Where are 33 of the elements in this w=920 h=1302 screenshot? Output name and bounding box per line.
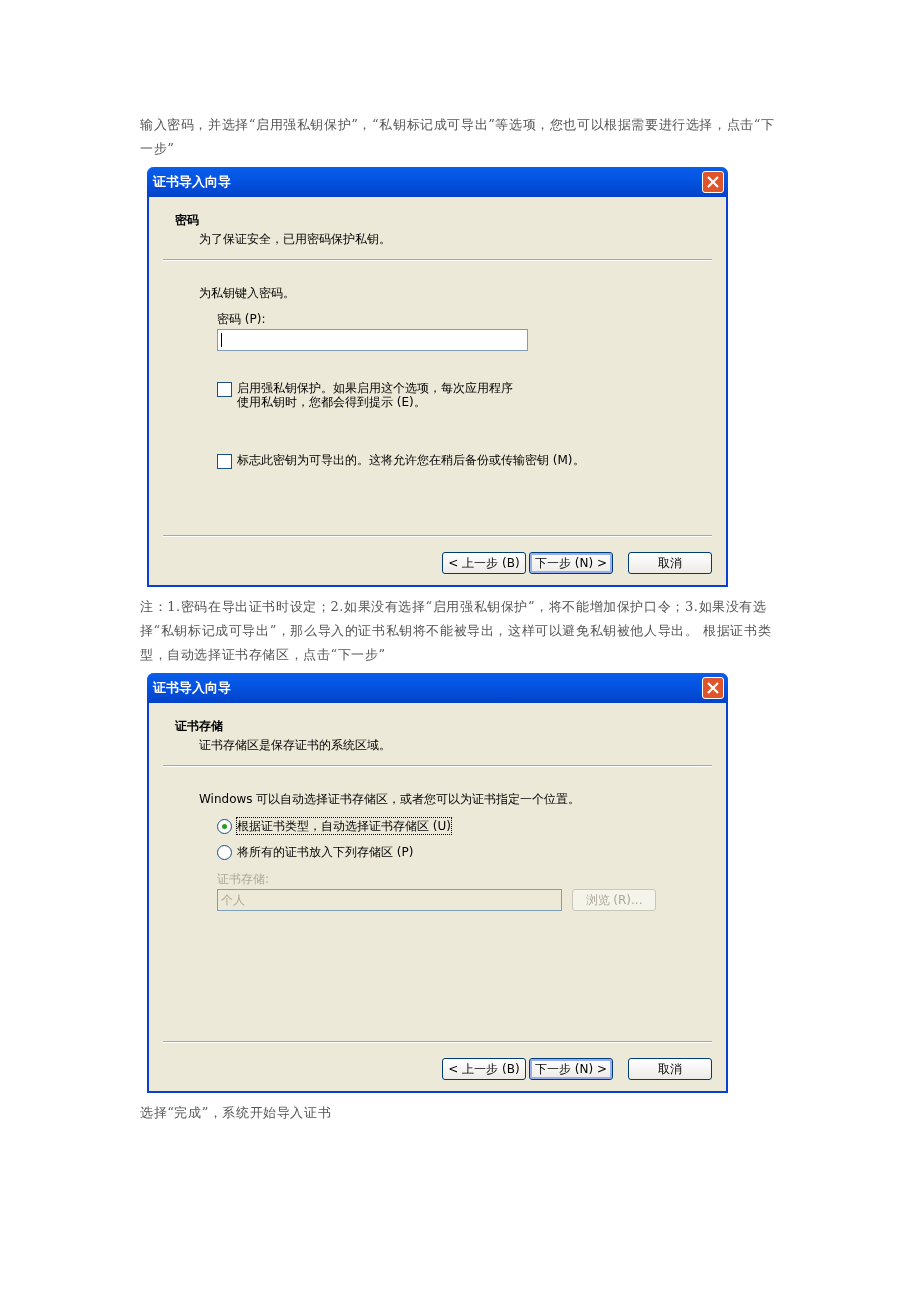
checkbox-label: 启用强私钥保护。如果启用这个选项，每次应用程序 bbox=[237, 381, 513, 395]
checkbox[interactable] bbox=[217, 454, 232, 469]
instruction-text: Windows 可以自动选择证书存储区，或者您可以为证书指定一个位置。 bbox=[199, 791, 582, 807]
dialog-button[interactable]: < 上一步 (B) bbox=[442, 552, 526, 574]
page-description: 证书存储区是保存证书的系统区域。 bbox=[198, 737, 392, 754]
dialog-button[interactable]: 取消 bbox=[628, 1058, 712, 1080]
dialog-button[interactable]: 下一步 (N) > bbox=[529, 1058, 613, 1080]
field-label: 密码 (P): bbox=[217, 311, 267, 327]
checkbox[interactable] bbox=[217, 382, 232, 397]
field-label: 证书存储: bbox=[217, 871, 271, 887]
page-heading: 密码 bbox=[175, 212, 200, 229]
window-title: 证书导入向导 bbox=[153, 679, 231, 697]
page-heading: 证书存储 bbox=[175, 718, 224, 735]
close-icon bbox=[707, 682, 719, 694]
radio-button[interactable] bbox=[217, 844, 232, 860]
close-button[interactable] bbox=[702, 677, 724, 699]
paragraph: 选择“完成”，系统开始导入证书 bbox=[140, 1104, 333, 1122]
window-title: 证书导入向导 bbox=[153, 173, 231, 191]
dialog-button[interactable]: < 上一步 (B) bbox=[442, 1058, 526, 1080]
dialog-button[interactable]: 取消 bbox=[628, 552, 712, 574]
input-field[interactable] bbox=[217, 329, 528, 351]
checkbox-label: 标志此密钥为可导出的。这将允许您在稍后备份或传输密钥 (M)。 bbox=[237, 453, 585, 467]
radio-button[interactable] bbox=[217, 818, 232, 834]
radio-label: 将所有的证书放入下列存储区 (P) bbox=[236, 844, 415, 861]
close-icon bbox=[707, 176, 719, 188]
paragraph: 输入密码，并选择“启用强私钥保护”，“私钥标记成可导出”等选项，您也可以根据需要进行选择，点击“下一步” bbox=[140, 116, 776, 158]
close-button[interactable] bbox=[702, 171, 724, 193]
paragraph: 注：1.密码在导出证书时设定；2.如果没有选择“启用强私钥保护”，将不能增加保护口令；3.如果没有选择“私钥标记成可导出”，那么导入的证书私钥将不能被导出，这样可以避免私钥被他人导出。 根据证书类型，自动选择证书存储区，点击“下一步” bbox=[140, 598, 773, 664]
dialog-button[interactable]: 下一步 (N) > bbox=[529, 552, 613, 574]
checkbox-label: 使用私钥时，您都会得到提示 (E)。 bbox=[237, 395, 426, 409]
instruction-text: 为私钥键入密码。 bbox=[199, 285, 296, 301]
radio-label: 根据证书类型，自动选择证书存储区 (U) bbox=[236, 817, 452, 835]
page-description: 为了保证安全，已用密码保护私钥。 bbox=[198, 231, 392, 248]
